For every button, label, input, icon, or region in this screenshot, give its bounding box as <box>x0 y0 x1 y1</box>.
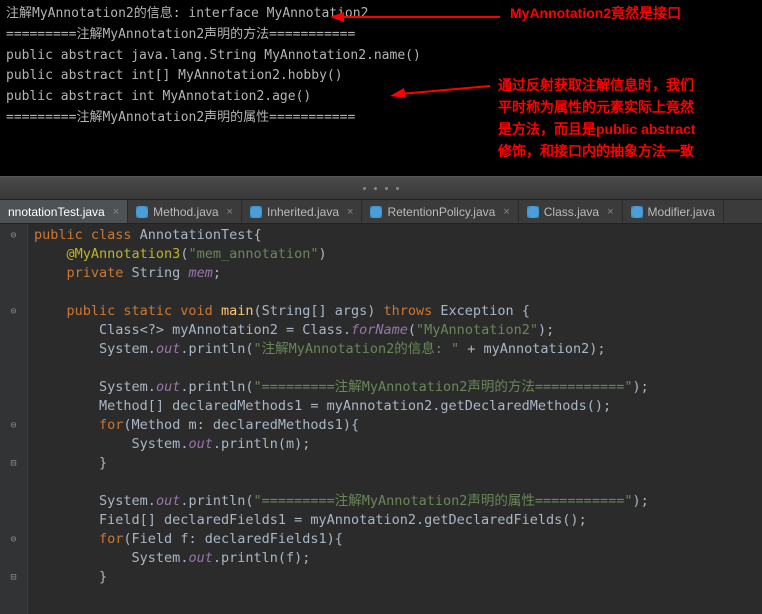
tab-label: RetentionPolicy.java <box>387 205 495 219</box>
gutter: ⊖ ⊖ ⊖ ⊟ ⊖ ⊟ <box>0 224 28 614</box>
console-line: =========注解MyAnnotation2声明的方法=========== <box>6 25 756 46</box>
fold-icon[interactable]: ⊖ <box>0 416 27 435</box>
code-editor[interactable]: ⊖ ⊖ ⊖ ⊟ ⊖ ⊟ public class AnnotationTest{… <box>0 224 762 614</box>
arrow-icon <box>330 10 500 24</box>
fold-icon[interactable]: ⊖ <box>0 302 27 321</box>
fold-icon[interactable]: ⊟ <box>0 568 27 587</box>
console-line: public abstract java.lang.String MyAnnot… <box>6 46 756 67</box>
callout-text: 修饰，和接口内的抽象方法一致 <box>498 140 694 162</box>
class-icon <box>631 206 643 218</box>
fold-icon[interactable]: ⊟ <box>0 454 27 473</box>
close-icon[interactable]: × <box>503 206 509 218</box>
fold-icon[interactable]: ⊖ <box>0 226 27 245</box>
tab-class[interactable]: Class.java × <box>519 200 623 223</box>
splitter[interactable] <box>0 176 762 200</box>
tab-label: Class.java <box>544 205 599 219</box>
editor-tabs: nnotationTest.java × Method.java × Inher… <box>0 200 762 224</box>
callout-text: MyAnnotation2竟然是接口 <box>510 2 681 24</box>
callout-text: 通过反射获取注解信息时，我们 <box>498 74 694 96</box>
code-content[interactable]: public class AnnotationTest{ @MyAnnotati… <box>28 224 762 614</box>
class-icon <box>370 206 382 218</box>
close-icon[interactable]: × <box>347 206 353 218</box>
tab-label: nnotationTest.java <box>8 205 105 219</box>
console-output: 注解MyAnnotation2的信息: interface MyAnnotati… <box>0 0 762 176</box>
arrow-icon <box>390 84 490 98</box>
tab-modifier[interactable]: Modifier.java <box>623 200 724 223</box>
callout-text: 平时称为属性的元素实际上竟然 <box>498 96 694 118</box>
close-icon[interactable]: × <box>113 206 119 218</box>
tab-annotationtest[interactable]: nnotationTest.java × <box>0 200 128 223</box>
class-icon <box>250 206 262 218</box>
tab-label: Modifier.java <box>648 205 715 219</box>
splitter-handle-icon <box>351 183 411 193</box>
tab-label: Inherited.java <box>267 205 339 219</box>
tab-method[interactable]: Method.java × <box>128 200 242 223</box>
callout-text: 是方法，而且是public abstract <box>498 118 696 140</box>
class-icon <box>527 206 539 218</box>
tab-inherited[interactable]: Inherited.java × <box>242 200 362 223</box>
tab-label: Method.java <box>153 205 218 219</box>
tab-retentionpolicy[interactable]: RetentionPolicy.java × <box>362 200 518 223</box>
close-icon[interactable]: × <box>607 206 613 218</box>
class-icon <box>136 206 148 218</box>
fold-icon[interactable]: ⊖ <box>0 530 27 549</box>
close-icon[interactable]: × <box>227 206 233 218</box>
